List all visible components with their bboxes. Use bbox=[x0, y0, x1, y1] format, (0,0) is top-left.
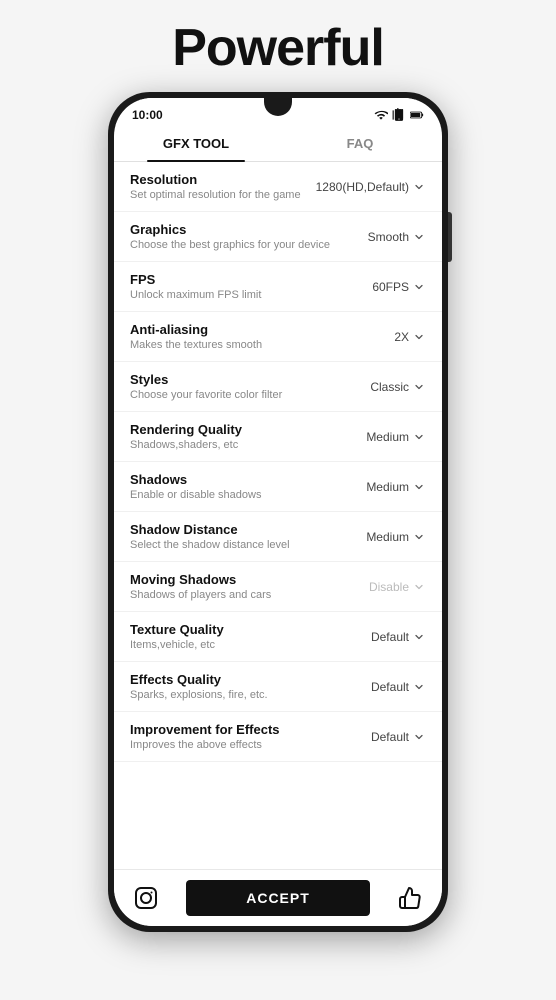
setting-item-rendering: Rendering Quality Shadows,shaders, etc Med… bbox=[114, 412, 442, 462]
setting-control-texture-quality[interactable]: Default bbox=[336, 630, 426, 644]
setting-value-improvement-effects: Default bbox=[371, 730, 409, 744]
setting-title-fps: FPS bbox=[130, 272, 336, 287]
setting-desc-resolution: Set optimal resolution for the game bbox=[130, 189, 316, 201]
setting-title-resolution: Resolution bbox=[130, 172, 316, 187]
chevron-down-icon-texture-quality bbox=[412, 630, 426, 644]
setting-value-texture-quality: Default bbox=[371, 630, 409, 644]
setting-title-graphics: Graphics bbox=[130, 222, 336, 237]
setting-desc-moving-shadows: Shadows of players and cars bbox=[130, 589, 336, 601]
chevron-down-icon-styles bbox=[412, 380, 426, 394]
setting-control-antialiasing[interactable]: 2X bbox=[336, 330, 426, 344]
chevron-down-icon-shadow-distance bbox=[412, 530, 426, 544]
setting-desc-shadows: Enable or disable shadows bbox=[130, 489, 336, 501]
bottom-bar: ACCEPT bbox=[114, 869, 442, 926]
setting-desc-improvement-effects: Improves the above effects bbox=[130, 739, 336, 751]
setting-control-moving-shadows[interactable]: Disable bbox=[336, 580, 426, 594]
setting-item-resolution: Resolution Set optimal resolution for the… bbox=[114, 162, 442, 212]
setting-item-shadow-distance: Shadow Distance Select the shadow distanc… bbox=[114, 512, 442, 562]
setting-value-shadows: Medium bbox=[366, 480, 409, 494]
phone-screen: 10:00 bbox=[114, 98, 442, 926]
setting-value-styles: Classic bbox=[370, 380, 409, 394]
notch bbox=[264, 98, 292, 116]
setting-item-fps: FPS Unlock maximum FPS limit 60FPS bbox=[114, 262, 442, 312]
setting-value-shadow-distance: Medium bbox=[366, 530, 409, 544]
tab-faq[interactable]: FAQ bbox=[278, 126, 442, 161]
setting-value-resolution: 1280(HD,Default) bbox=[316, 180, 409, 194]
setting-item-effects-quality: Effects Quality Sparks, explosions, fire,… bbox=[114, 662, 442, 712]
setting-control-shadow-distance[interactable]: Medium bbox=[336, 530, 426, 544]
setting-title-styles: Styles bbox=[130, 372, 336, 387]
chevron-down-icon-fps bbox=[412, 280, 426, 294]
battery-icon bbox=[410, 108, 424, 122]
phone-frame: 10:00 bbox=[108, 92, 448, 932]
setting-control-rendering[interactable]: Medium bbox=[336, 430, 426, 444]
setting-desc-effects-quality: Sparks, explosions, fire, etc. bbox=[130, 689, 336, 701]
status-time: 10:00 bbox=[132, 108, 163, 122]
instagram-icon[interactable] bbox=[130, 882, 162, 914]
setting-control-shadows[interactable]: Medium bbox=[336, 480, 426, 494]
setting-control-graphics[interactable]: Smooth bbox=[336, 230, 426, 244]
setting-desc-antialiasing: Makes the textures smooth bbox=[130, 339, 336, 351]
setting-control-resolution[interactable]: 1280(HD,Default) bbox=[316, 180, 426, 194]
setting-item-shadows: Shadows Enable or disable shadows Medium bbox=[114, 462, 442, 512]
setting-title-moving-shadows: Moving Shadows bbox=[130, 572, 336, 587]
setting-value-fps: 60FPS bbox=[372, 280, 409, 294]
setting-control-improvement-effects[interactable]: Default bbox=[336, 730, 426, 744]
setting-desc-texture-quality: Items,vehicle, etc bbox=[130, 639, 336, 651]
setting-control-styles[interactable]: Classic bbox=[336, 380, 426, 394]
signal-icon bbox=[392, 108, 406, 122]
thumbsup-icon[interactable] bbox=[394, 882, 426, 914]
accept-button[interactable]: ACCEPT bbox=[186, 880, 370, 916]
setting-title-antialiasing: Anti-aliasing bbox=[130, 322, 336, 337]
setting-title-rendering: Rendering Quality bbox=[130, 422, 336, 437]
setting-title-texture-quality: Texture Quality bbox=[130, 622, 336, 637]
setting-item-graphics: Graphics Choose the best graphics for you… bbox=[114, 212, 442, 262]
chevron-down-icon-shadows bbox=[412, 480, 426, 494]
setting-title-improvement-effects: Improvement for Effects bbox=[130, 722, 336, 737]
setting-control-effects-quality[interactable]: Default bbox=[336, 680, 426, 694]
page-title: Powerful bbox=[172, 18, 384, 78]
setting-desc-fps: Unlock maximum FPS limit bbox=[130, 289, 336, 301]
chevron-down-icon-graphics bbox=[412, 230, 426, 244]
settings-list: Resolution Set optimal resolution for the… bbox=[114, 162, 442, 869]
setting-desc-styles: Choose your favorite color filter bbox=[130, 389, 336, 401]
setting-item-antialiasing: Anti-aliasing Makes the textures smooth 2X bbox=[114, 312, 442, 362]
tabs: GFX TOOL FAQ bbox=[114, 126, 442, 162]
chevron-down-icon-resolution bbox=[412, 180, 426, 194]
setting-value-rendering: Medium bbox=[366, 430, 409, 444]
setting-value-effects-quality: Default bbox=[371, 680, 409, 694]
setting-value-antialiasing: 2X bbox=[394, 330, 409, 344]
chevron-down-icon-moving-shadows bbox=[412, 580, 426, 594]
setting-item-styles: Styles Choose your favorite color filter C… bbox=[114, 362, 442, 412]
setting-desc-shadow-distance: Select the shadow distance level bbox=[130, 539, 336, 551]
setting-desc-rendering: Shadows,shaders, etc bbox=[130, 439, 336, 451]
setting-value-moving-shadows: Disable bbox=[369, 580, 409, 594]
setting-desc-graphics: Choose the best graphics for your device bbox=[130, 239, 336, 251]
setting-item-moving-shadows: Moving Shadows Shadows of players and car… bbox=[114, 562, 442, 612]
chevron-down-icon-rendering bbox=[412, 430, 426, 444]
setting-item-improvement-effects: Improvement for Effects Improves the abov… bbox=[114, 712, 442, 762]
setting-title-shadow-distance: Shadow Distance bbox=[130, 522, 336, 537]
setting-title-effects-quality: Effects Quality bbox=[130, 672, 336, 687]
setting-title-shadows: Shadows bbox=[130, 472, 336, 487]
tab-gfx-tool[interactable]: GFX TOOL bbox=[114, 126, 278, 161]
wifi-icon bbox=[374, 108, 388, 122]
status-icons bbox=[374, 108, 424, 122]
chevron-down-icon-effects-quality bbox=[412, 680, 426, 694]
chevron-down-icon-antialiasing bbox=[412, 330, 426, 344]
setting-control-fps[interactable]: 60FPS bbox=[336, 280, 426, 294]
setting-item-texture-quality: Texture Quality Items,vehicle, etc Default bbox=[114, 612, 442, 662]
status-bar: 10:00 bbox=[114, 98, 442, 126]
chevron-down-icon-improvement-effects bbox=[412, 730, 426, 744]
setting-value-graphics: Smooth bbox=[368, 230, 409, 244]
